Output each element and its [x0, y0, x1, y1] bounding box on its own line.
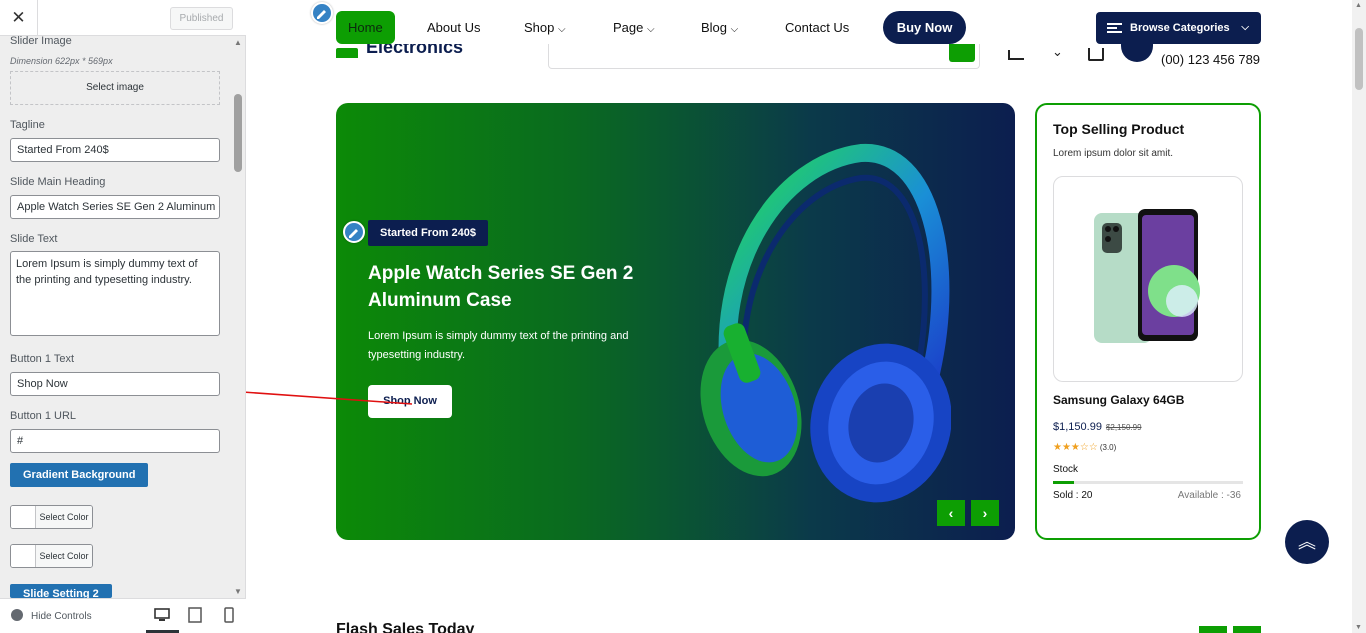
- stock-label: Stock: [1053, 464, 1079, 475]
- chevron-down-icon: ⌵: [730, 24, 739, 35]
- cart-icon[interactable]: [1008, 50, 1024, 60]
- hero-text: Lorem Ipsum is simply dummy text of the …: [368, 330, 629, 361]
- top-selling-subtitle: Lorem ipsum dolor sit amit.: [1053, 148, 1174, 159]
- product-name[interactable]: Samsung Galaxy 64GB: [1053, 393, 1184, 407]
- scroll-to-top-button[interactable]: ︽: [1285, 520, 1329, 564]
- nav-contact[interactable]: Contact Us: [785, 11, 849, 44]
- select-color-button-2[interactable]: Select Color: [10, 544, 93, 568]
- phone-image: [1094, 209, 1200, 343]
- panel-scrollbar[interactable]: ▲ ▼: [232, 36, 244, 596]
- edit-shortcut-icon[interactable]: [343, 221, 365, 243]
- page-scrollbar-thumb[interactable]: [1355, 28, 1363, 90]
- flash-next-button[interactable]: [1233, 626, 1261, 633]
- nav-page[interactable]: Page ⌵: [613, 11, 655, 44]
- hide-controls-label: Hide Controls: [31, 611, 92, 622]
- chevron-down-icon: ⌵: [1241, 22, 1249, 33]
- chevron-down-icon: ⌵: [647, 24, 655, 35]
- hero-slider: Started From 240$ Apple Watch Series SE …: [336, 103, 1015, 540]
- scroll-up-icon[interactable]: ▲: [234, 38, 242, 47]
- old-price: $2,150.99: [1105, 423, 1142, 432]
- color-swatch: [11, 506, 36, 528]
- nav-blog-label: Blog: [701, 20, 728, 35]
- slide-heading-input[interactable]: Apple Watch Series SE Gen 2 Aluminum Cas…: [10, 195, 220, 219]
- tagline-input[interactable]: Started From 240$: [10, 138, 220, 162]
- hero-tagline: Started From 240$: [368, 220, 488, 246]
- color-swatch: [11, 545, 36, 567]
- scrollbar-thumb[interactable]: [234, 94, 242, 172]
- scroll-down-icon[interactable]: ▼: [234, 587, 242, 596]
- select-color-label: Select Color: [36, 545, 92, 567]
- published-button[interactable]: Published: [170, 7, 233, 30]
- hide-controls-button[interactable]: Hide Controls: [11, 609, 92, 622]
- slider-next-button[interactable]: ›: [971, 500, 999, 526]
- flash-prev-button[interactable]: [1199, 626, 1227, 633]
- search-input[interactable]: [548, 44, 980, 69]
- slide-text-label: Slide Text: [10, 233, 58, 245]
- annotation-arrow: [246, 391, 413, 405]
- lock-icon[interactable]: [1088, 48, 1104, 61]
- product-price: $1,150.99 $2,150.99: [1053, 421, 1142, 433]
- star-rating-icons: ★★★☆☆: [1053, 442, 1098, 453]
- button1-text-label: Button 1 Text: [10, 353, 75, 365]
- search-icon[interactable]: [949, 44, 975, 62]
- chevron-down-icon: ⌵: [558, 24, 566, 35]
- sold-count: Sold : 20: [1053, 490, 1093, 501]
- customizer-header: ✕ Published: [0, 0, 246, 36]
- logo-text: Electronics: [366, 44, 464, 57]
- rating-count: (3.0): [1099, 443, 1117, 452]
- menu-icon: [1107, 23, 1122, 33]
- nav-shop-label: Shop: [524, 20, 555, 35]
- nav-home[interactable]: Home: [336, 11, 395, 44]
- customizer-footer: Hide Controls: [0, 598, 246, 633]
- customizer-panel: ✕ Published Slider Image Dimension 622px…: [0, 0, 246, 633]
- nav-page-label: Page: [613, 20, 644, 35]
- available-count: Available : -36: [1177, 490, 1241, 501]
- mobile-preview-icon[interactable]: [221, 607, 237, 623]
- product-rating: ★★★☆☆ (3.0): [1053, 442, 1116, 453]
- phone-number: (00) 123 456 789: [1161, 52, 1261, 67]
- chevron-down-icon[interactable]: ⌄: [1052, 44, 1063, 60]
- stock-progress-bar: [1053, 481, 1243, 484]
- close-icon[interactable]: ✕: [0, 0, 38, 36]
- site-logo[interactable]: Electronics: [336, 44, 476, 58]
- tablet-preview-icon[interactable]: [187, 607, 203, 623]
- select-image-button[interactable]: Select image: [10, 71, 220, 105]
- page-scrollbar[interactable]: ▲ ▼: [1352, 0, 1366, 633]
- slide-setting-2-button[interactable]: Slide Setting 2: [10, 584, 112, 598]
- nav-blog[interactable]: Blog ⌵: [701, 11, 738, 44]
- product-image-box[interactable]: [1053, 176, 1243, 382]
- slider-image-label: Slider Image: [10, 35, 72, 47]
- nav-shop[interactable]: Shop ⌵: [524, 11, 566, 44]
- desktop-preview-icon[interactable]: [154, 607, 170, 623]
- logo-icon: [336, 48, 358, 58]
- slide-text-textarea[interactable]: Lorem Ipsum is simply dummy text of the …: [10, 251, 220, 336]
- slide-heading-label: Slide Main Heading: [10, 176, 106, 188]
- select-color-label: Select Color: [36, 506, 92, 528]
- headphones-image: [700, 143, 951, 503]
- top-selling-card: Top Selling Product Lorem ipsum dolor si…: [1035, 103, 1261, 540]
- phone-icon: [1121, 40, 1153, 62]
- top-selling-title: Top Selling Product: [1053, 121, 1185, 137]
- button1-text-input[interactable]: Shop Now: [10, 372, 220, 396]
- select-color-button-1[interactable]: Select Color: [10, 505, 93, 529]
- button1-url-label: Button 1 URL: [10, 410, 77, 422]
- dimension-hint: Dimension 622px * 569px: [10, 56, 113, 66]
- hide-controls-icon: [11, 609, 23, 621]
- hero-heading: Apple Watch Series SE Gen 2 Aluminum Cas…: [368, 263, 634, 311]
- scroll-down-icon[interactable]: ▼: [1355, 624, 1362, 631]
- slider-prev-button[interactable]: ‹: [937, 500, 965, 526]
- buy-now-button[interactable]: Buy Now: [883, 11, 966, 44]
- gradient-background-button[interactable]: Gradient Background: [10, 463, 149, 487]
- edit-shortcut-icon[interactable]: [311, 2, 333, 24]
- tagline-label: Tagline: [10, 119, 45, 131]
- button1-url-input[interactable]: #: [10, 429, 220, 453]
- current-price: $1,150.99: [1053, 421, 1102, 433]
- flash-sales-title: Flash Sales Today: [336, 621, 475, 633]
- nav-about[interactable]: About Us: [427, 11, 480, 44]
- stock-progress-fill: [1053, 481, 1074, 484]
- scroll-up-icon[interactable]: ▲: [1355, 2, 1362, 9]
- double-chevron-up-icon: ︽: [1298, 532, 1316, 552]
- site-preview: Home About Us Shop ⌵ Page ⌵ Blog ⌵ Conta…: [246, 0, 1352, 633]
